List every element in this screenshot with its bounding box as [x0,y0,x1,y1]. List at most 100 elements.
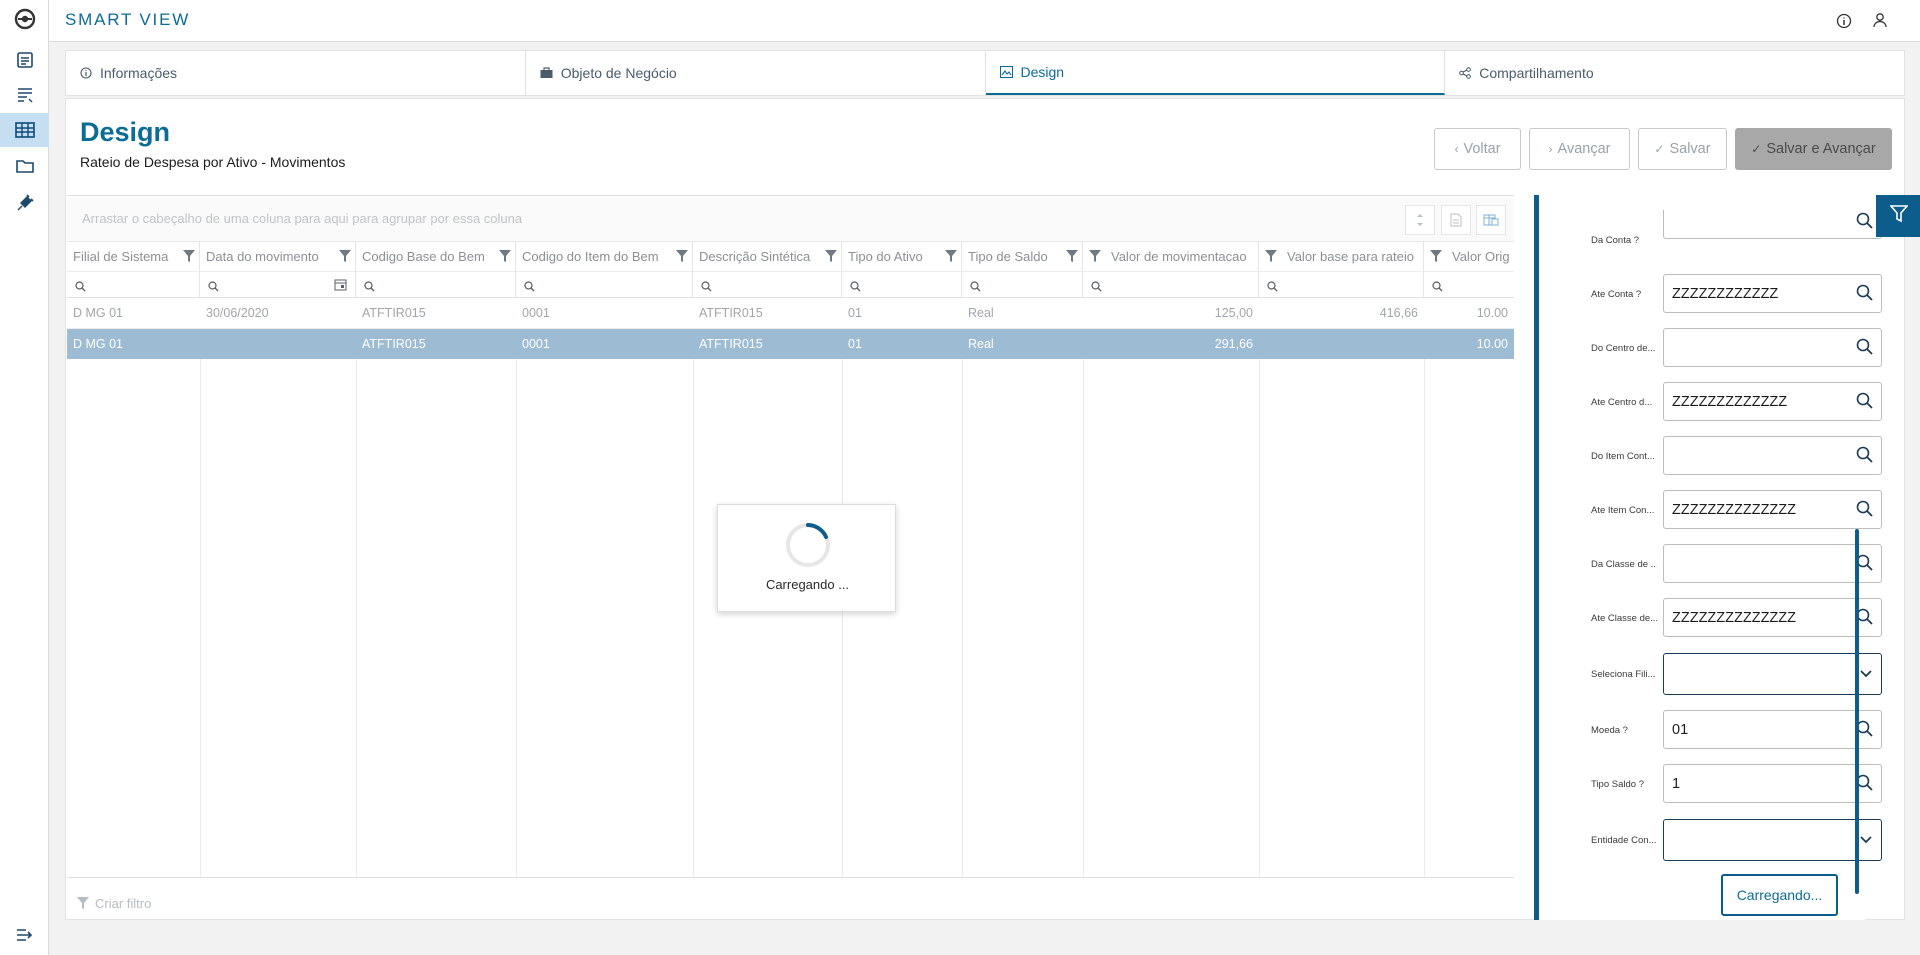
search-icon [524,279,535,297]
search-icon [701,279,712,297]
search-icon[interactable] [1856,392,1873,414]
table-icon[interactable] [0,113,49,147]
filter-cell[interactable] [1424,271,1514,298]
column-header[interactable]: Codigo Base do Bem [356,242,516,271]
param-label: Da Classe de ... [1591,559,1657,570]
chevron-down-icon[interactable] [1859,667,1873,686]
filter-icon[interactable] [676,250,688,265]
filter-icon[interactable] [499,250,511,265]
save-and-next-button[interactable]: ✓ Salvar e Avançar [1735,128,1892,170]
param-input[interactable]: ZZZZZZZZZZZZZZ [1663,490,1882,529]
page-title: Design [80,117,171,147]
user-icon[interactable] [1872,12,1888,33]
filter-icon[interactable] [1430,250,1442,265]
filter-cell[interactable] [67,271,200,298]
filter-icon[interactable] [1089,250,1101,265]
filter-icon [77,896,89,914]
collapse-menu-icon[interactable] [0,918,49,952]
search-icon[interactable] [1856,212,1873,234]
param-label: Do Item Cont... [1591,451,1655,462]
filter-cell[interactable] [842,271,962,298]
param-input[interactable]: 01 [1663,710,1882,749]
folder-icon[interactable] [0,149,49,183]
tab-label: Compartilhamento [1479,65,1594,81]
param-input[interactable]: 1 [1663,764,1882,803]
column-header[interactable]: Tipo de Saldo [962,242,1083,271]
column-header[interactable]: Tipo do Ativo [842,242,962,271]
column-header[interactable]: Filial de Sistema [67,242,200,271]
column-chooser-icon[interactable] [1476,205,1506,235]
report-icon[interactable] [0,43,49,77]
filter-icon[interactable] [825,250,837,265]
next-button[interactable]: › Avançar [1529,128,1630,170]
param-input[interactable]: ZZZZZZZZZZZZZZ [1663,598,1882,637]
tab-label: Design [1020,64,1065,80]
info-icon[interactable] [1836,13,1852,34]
create-filter-link[interactable]: Criar filtro [95,896,151,911]
info-icon [80,67,92,79]
column-header[interactable]: Codigo do Item do Bem [516,242,693,271]
data-grid: Arrastar o cabeçalho de uma coluna para … [67,195,1514,920]
sort-icon[interactable] [1405,205,1435,235]
param-label: Seleciona Fili... [1591,669,1656,680]
filter-cell[interactable] [962,271,1083,298]
filter-icon[interactable] [339,250,351,265]
calendar-icon[interactable] [334,278,347,296]
search-icon[interactable] [1856,500,1873,522]
filter-cell[interactable] [356,271,516,298]
column-header[interactable]: Valor de movimentacao [1083,242,1259,271]
tab-compartilhamento[interactable]: Compartilhamento [1445,51,1904,95]
filter-cell[interactable] [693,271,842,298]
param-input[interactable] [1663,544,1882,583]
table-row[interactable]: D MG 01 30/06/2020 ATFTIR015 0001 ATFTIR… [67,298,1514,329]
search-icon [208,279,219,297]
search-icon[interactable] [1856,338,1873,360]
param-input[interactable]: ZZZZZZZZZZZZ [1663,274,1882,313]
filter-cell[interactable] [1083,271,1259,298]
filter-icon[interactable] [945,250,957,265]
plug-icon[interactable] [0,186,49,220]
search-icon [75,279,86,297]
column-header[interactable]: Valor Orig [1424,242,1514,271]
param-label: Entidade Con... [1591,835,1657,846]
param-select[interactable] [1663,819,1882,861]
param-input[interactable] [1663,210,1882,239]
param-input[interactable] [1663,436,1882,475]
tab-design[interactable]: Design [985,51,1446,95]
chevron-left-icon: ‹ [1454,142,1459,156]
save-button[interactable]: ✓ Salvar [1638,128,1727,170]
loading-text: Carregando ... [765,577,850,592]
filter-icon[interactable] [1066,250,1078,265]
search-icon[interactable] [1856,446,1873,468]
column-header[interactable]: Data do movimento [200,242,356,271]
param-select[interactable] [1663,653,1882,695]
column-header[interactable]: Valor base para rateio [1259,242,1424,271]
chevron-down-icon[interactable] [1859,833,1873,852]
export-icon[interactable] [1441,205,1471,235]
report-list-icon[interactable] [0,78,49,112]
table-row-selected[interactable]: D MG 01 ATFTIR015 0001 ATFTIR015 01 Real… [67,329,1514,359]
filter-icon[interactable] [1265,250,1277,265]
filter-cell[interactable] [516,271,693,298]
back-button[interactable]: ‹ Voltar [1434,128,1521,170]
left-sidebar [0,0,49,955]
design-content: Design Rateio de Despesa por Ativo - Mov… [65,98,1920,920]
param-input[interactable]: ZZZZZZZZZZZZZ [1663,382,1882,421]
search-icon [1091,279,1102,297]
column-header[interactable]: Descrição Sintética [693,242,842,271]
filter-panel-toggle[interactable] [1876,195,1920,237]
filter-cell[interactable] [200,271,356,298]
logo-icon[interactable] [0,2,49,36]
tab-objeto-de-negocio[interactable]: Objeto de Negócio [526,51,986,95]
app-title: SMART VIEW [65,10,191,29]
tab-informacoes[interactable]: Informações [66,51,526,95]
panel-scrollbar[interactable] [1855,529,1859,894]
apply-params-button[interactable]: Carregando... [1721,874,1838,916]
param-label: Ate Conta ? [1591,289,1642,300]
param-label: Do Centro de... [1591,343,1656,354]
param-input[interactable] [1663,328,1882,367]
search-icon [1267,279,1278,297]
search-icon[interactable] [1856,284,1873,306]
filter-cell[interactable] [1259,271,1424,298]
filter-icon[interactable] [183,250,195,265]
